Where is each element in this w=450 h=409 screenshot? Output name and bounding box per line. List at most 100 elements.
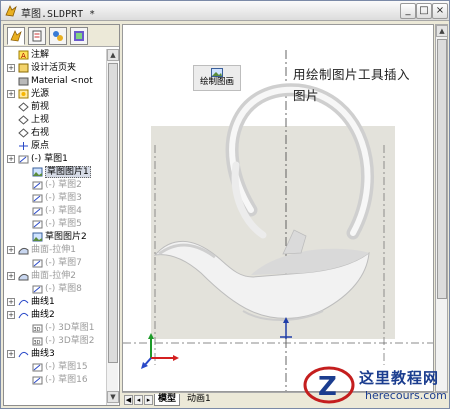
curve-icon	[18, 351, 29, 358]
tree-item[interactable]: 草图图片1	[4, 166, 105, 178]
tree-item[interactable]: (-) 草图8	[4, 283, 105, 295]
scroll-thumb[interactable]	[108, 63, 118, 363]
tree-item-label: 右视	[31, 128, 50, 138]
plane-icon	[18, 115, 29, 125]
tree-item[interactable]: + 曲线1	[4, 296, 105, 308]
expand-toggle[interactable]: +	[7, 155, 15, 163]
tree-item[interactable]: 右视	[4, 127, 105, 139]
minimize-button[interactable]: _	[400, 3, 416, 19]
tree-item-label: (-) 3D草图2	[45, 336, 95, 346]
tree-item[interactable]: 3D (-) 3D草图1	[4, 322, 105, 334]
tree-item-label: 设计活页夹	[31, 63, 77, 73]
annotation-icon: A	[18, 50, 29, 60]
expand-toggle[interactable]: +	[7, 311, 15, 319]
scroll-down-arrow[interactable]: ▼	[107, 391, 119, 403]
origin-icon	[19, 142, 28, 150]
plane-icon	[18, 128, 29, 138]
tree-item[interactable]: (-) 草图2	[4, 179, 105, 191]
tree-item[interactable]: + 曲面-拉伸2	[4, 270, 105, 282]
sketch3d-icon: 3D	[32, 337, 43, 346]
sketch-picture-icon	[32, 167, 43, 177]
design-binder-icon	[18, 63, 29, 73]
tree-item[interactable]: (-) 草图16	[4, 374, 105, 386]
tree-item[interactable]: + 曲面-拉伸1	[4, 244, 105, 256]
display-manager-tab[interactable]	[70, 27, 88, 45]
graphics-scrollbar[interactable]: ▲	[435, 24, 448, 392]
expand-toggle[interactable]: +	[7, 64, 15, 72]
feature-tree: A 注解 + 设计活页夹 Material <not + 光源 前视上视右视原点 + (-) 草图…	[4, 49, 105, 405]
sketch-icon	[18, 155, 29, 164]
expand-toggle[interactable]: +	[7, 350, 15, 358]
tree-item-label: (-) 3D草图1	[45, 323, 95, 333]
expand-toggle[interactable]: +	[7, 298, 15, 306]
picture-icon	[211, 68, 223, 77]
tab-first-button[interactable]: ◀	[124, 395, 133, 405]
tree-item-label: 原点	[31, 141, 50, 151]
tree-item[interactable]: (-) 草图15	[4, 361, 105, 373]
surface-icon	[18, 247, 29, 255]
surface-icon	[18, 273, 29, 281]
tree-item[interactable]: + 曲线2	[4, 309, 105, 321]
display-manager-icon	[74, 31, 84, 41]
feature-manager-panel: A 注解 + 设计活页夹 Material <not + 光源 前视上视右视原点 + (-) 草图…	[3, 24, 120, 406]
tree-item[interactable]: + (-) 草图1	[4, 153, 105, 165]
tree-item[interactable]: 草图图片2	[4, 231, 105, 243]
sketch-icon	[32, 259, 43, 268]
svg-text:3D: 3D	[34, 340, 41, 346]
tree-item[interactable]: (-) 草图5	[4, 218, 105, 230]
tree-item-label: 曲面-拉伸2	[31, 271, 76, 281]
sketch-icon	[32, 194, 43, 203]
tree-item[interactable]: + 光源	[4, 88, 105, 100]
sketch-icon	[32, 285, 43, 294]
maximize-button[interactable]: □	[416, 3, 432, 19]
tree-item[interactable]: (-) 草图4	[4, 205, 105, 217]
tree-item-label: (-) 草图3	[45, 193, 82, 203]
tree-item[interactable]: 前视	[4, 101, 105, 113]
scroll-thumb[interactable]	[437, 39, 447, 299]
tree-scrollbar[interactable]: ▲ ▼	[106, 49, 119, 405]
tree-item[interactable]: + 曲线3	[4, 348, 105, 360]
tree-item-label: 曲面-拉伸1	[31, 245, 76, 255]
tree-item-label: 上视	[31, 115, 50, 125]
lights-icon	[18, 89, 29, 99]
expand-toggle[interactable]: +	[7, 246, 15, 254]
scroll-up-arrow[interactable]: ▲	[436, 25, 448, 37]
tree-item[interactable]: + 设计活页夹	[4, 62, 105, 74]
tree-item[interactable]: 3D (-) 3D草图2	[4, 335, 105, 347]
configuration-manager-icon	[53, 31, 63, 41]
property-manager-icon	[32, 30, 42, 42]
tab-prev-button[interactable]: ◂	[134, 395, 143, 405]
sketch-icon	[32, 220, 43, 229]
sketch-picture-icon	[32, 232, 43, 242]
tree-item[interactable]: (-) 草图7	[4, 257, 105, 269]
tree-item[interactable]: 原点	[4, 140, 105, 152]
sketch-icon	[32, 181, 43, 190]
expand-toggle[interactable]: +	[7, 272, 15, 280]
tab-model[interactable]: 模型	[154, 394, 181, 406]
panel-tab-bar	[4, 25, 119, 47]
tree-item[interactable]: A 注解	[4, 49, 105, 61]
site-watermark: Z 这里教程网 herecours.com	[303, 365, 449, 407]
feature-manager-tab[interactable]	[7, 27, 25, 45]
window-title: 草图.SLDPRT *	[21, 9, 96, 20]
configuration-manager-tab[interactable]	[49, 27, 67, 45]
tree-item-label: 草图图片2	[45, 232, 87, 242]
tree-item[interactable]: (-) 草图3	[4, 192, 105, 204]
property-manager-tab[interactable]	[28, 27, 46, 45]
tab-next-button[interactable]: ▸	[144, 395, 153, 405]
svg-text:A: A	[21, 52, 26, 60]
tree-item-label: 草图图片1	[45, 166, 91, 178]
scroll-up-arrow[interactable]: ▲	[107, 49, 119, 61]
sketch-picture-button[interactable]: 绘制图画	[193, 65, 241, 91]
tree-item[interactable]: Material <not	[4, 75, 105, 87]
part-window: 草图.SLDPRT * _ □ × A 注解 + 设计活页夹 Material <not…	[0, 0, 450, 409]
svg-text:3D: 3D	[34, 327, 41, 333]
tree-item[interactable]: 上视	[4, 114, 105, 126]
tree-item-label: (-) 草图1	[31, 154, 68, 164]
plane-icon	[18, 102, 29, 112]
close-button[interactable]: ×	[432, 3, 448, 19]
tab-animation[interactable]: 动画1	[184, 394, 214, 406]
tree-item-label: (-) 草图7	[45, 258, 82, 268]
expand-toggle[interactable]: +	[7, 90, 15, 98]
feature-manager-icon	[10, 30, 22, 42]
